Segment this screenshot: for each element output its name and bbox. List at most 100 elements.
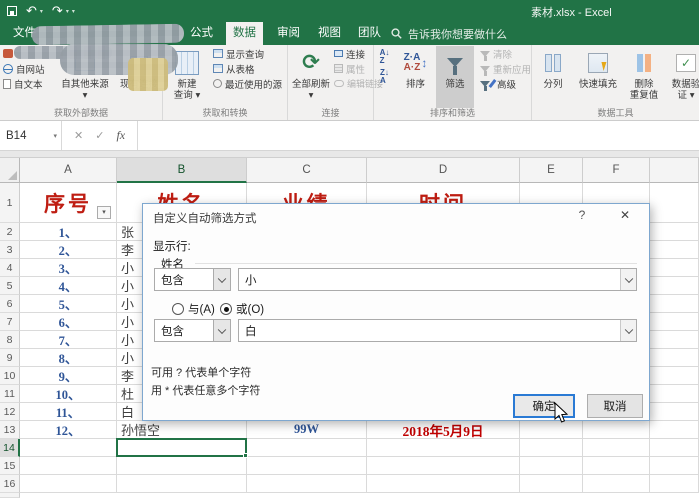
- show-queries-button[interactable]: 显示查询: [211, 46, 284, 61]
- cell-A9[interactable]: 8、: [20, 349, 117, 367]
- sort-za-descending-button[interactable]: Z↓A: [377, 69, 392, 84]
- row-header-15[interactable]: 15: [0, 457, 20, 475]
- advanced-filter-button[interactable]: 高级: [478, 76, 533, 91]
- cell-C16[interactable]: [247, 475, 367, 493]
- tell-me-search[interactable]: 告诉我你想要做什么: [391, 22, 507, 45]
- tab-data[interactable]: 数据: [226, 22, 263, 45]
- cell-C14[interactable]: [247, 439, 367, 457]
- formula-input[interactable]: [138, 121, 699, 150]
- data-validation-button[interactable]: ✓ 数据验 证 ▾: [666, 46, 699, 110]
- cell-F16[interactable]: [583, 475, 650, 493]
- cell-G12[interactable]: [650, 403, 699, 421]
- reapply-filter-button[interactable]: 重新应用: [478, 61, 533, 76]
- column-header-F[interactable]: F: [583, 158, 650, 183]
- cell-A5[interactable]: 4、: [20, 277, 117, 295]
- value-input-1[interactable]: 小: [238, 268, 637, 291]
- name-box[interactable]: B14 ▾: [0, 121, 62, 150]
- operator-combo-1[interactable]: 包含: [154, 268, 231, 291]
- column-header-B[interactable]: B: [117, 158, 247, 183]
- operator-combo-2[interactable]: 包含: [154, 319, 231, 342]
- recent-sources-button[interactable]: 最近使用的源: [211, 76, 284, 91]
- cell-F13[interactable]: [583, 421, 650, 439]
- cell-E16[interactable]: [520, 475, 583, 493]
- cell-G3[interactable]: [650, 241, 699, 259]
- cell-D15[interactable]: [367, 457, 520, 475]
- refresh-all-button[interactable]: ⟳ 全部刷新 ▾: [290, 46, 332, 110]
- cell-B15[interactable]: [117, 457, 247, 475]
- cell-G6[interactable]: [650, 295, 699, 313]
- row-header-7[interactable]: 7: [0, 313, 20, 331]
- cell-G5[interactable]: [650, 277, 699, 295]
- cell-G4[interactable]: [650, 259, 699, 277]
- cell-G10[interactable]: [650, 367, 699, 385]
- text-to-columns-button[interactable]: 分列: [536, 46, 570, 110]
- tab-view[interactable]: 视图: [311, 22, 348, 45]
- row-header-6[interactable]: 6: [0, 295, 20, 313]
- row-header-10[interactable]: 10: [0, 367, 20, 385]
- flash-fill-button[interactable]: 快速填充: [574, 46, 622, 110]
- row-header-12[interactable]: 12: [0, 403, 20, 421]
- enter-entry-icon[interactable]: ✓: [95, 129, 104, 142]
- row-header-11[interactable]: 11: [0, 385, 20, 403]
- cell-B13[interactable]: 孙悟空: [117, 421, 247, 439]
- cell-A13[interactable]: 12、: [20, 421, 117, 439]
- cancel-entry-icon[interactable]: ✕: [74, 129, 83, 142]
- filter-dropdown-button[interactable]: ▾: [97, 206, 111, 219]
- row-header-5[interactable]: 5: [0, 277, 20, 295]
- clear-filter-button[interactable]: 清除: [478, 46, 533, 61]
- dialog-help-button[interactable]: ?: [573, 208, 591, 224]
- cell-A10[interactable]: 9、: [20, 367, 117, 385]
- cell-G13[interactable]: [650, 421, 699, 439]
- from-web-button[interactable]: 自网站: [1, 61, 47, 76]
- row-header-13[interactable]: 13: [0, 421, 20, 439]
- from-table-button[interactable]: 从表格: [211, 61, 284, 76]
- cell-D16[interactable]: [367, 475, 520, 493]
- dialog-close-button[interactable]: ✕: [615, 208, 635, 224]
- cell-G16[interactable]: [650, 475, 699, 493]
- sort-az-ascending-button[interactable]: A↓Z: [377, 49, 392, 64]
- cell-G9[interactable]: [650, 349, 699, 367]
- cell-G2[interactable]: [650, 223, 699, 241]
- filter-button[interactable]: 筛选: [436, 46, 474, 108]
- cell-C15[interactable]: [247, 457, 367, 475]
- cell-B14[interactable]: [117, 439, 247, 457]
- column-header-partial[interactable]: [650, 158, 699, 183]
- column-header-C[interactable]: C: [247, 158, 367, 183]
- radio-and[interactable]: 与(A): [172, 301, 215, 317]
- row-header-14[interactable]: 14: [0, 439, 20, 457]
- undo-dropdown-icon[interactable]: ▾: [40, 8, 43, 15]
- cell-A16[interactable]: [20, 475, 117, 493]
- radio-or[interactable]: 或(O): [220, 301, 264, 317]
- select-all-corner[interactable]: [0, 158, 20, 183]
- value-input-2[interactable]: 白: [238, 319, 637, 342]
- save-icon[interactable]: [7, 6, 17, 16]
- cell-A7[interactable]: 6、: [20, 313, 117, 331]
- remove-duplicates-button[interactable]: 删除 重复值: [624, 46, 664, 110]
- insert-function-icon[interactable]: fx: [116, 128, 125, 143]
- column-header-A[interactable]: A: [20, 158, 117, 183]
- operator-1-dropdown-icon[interactable]: [213, 269, 230, 290]
- cell-G11[interactable]: [650, 385, 699, 403]
- customize-qat-icon[interactable]: ▾: [72, 8, 75, 15]
- row-header-1[interactable]: 1: [0, 183, 20, 223]
- cell-A11[interactable]: 10、: [20, 385, 117, 403]
- cell-G14[interactable]: [650, 439, 699, 457]
- from-text-button[interactable]: 自文本: [1, 76, 47, 91]
- cell-G8[interactable]: [650, 331, 699, 349]
- cell-F14[interactable]: [583, 439, 650, 457]
- row-header-4[interactable]: 4: [0, 259, 20, 277]
- redo-icon[interactable]: ↷: [52, 3, 63, 19]
- undo-icon[interactable]: ↶: [26, 3, 37, 19]
- cell-C13[interactable]: 99W: [247, 421, 367, 439]
- redo-dropdown-icon[interactable]: ▾: [66, 8, 69, 15]
- cell-A14[interactable]: [20, 439, 117, 457]
- cell-A4[interactable]: 3、: [20, 259, 117, 277]
- cell-E14[interactable]: [520, 439, 583, 457]
- tab-review[interactable]: 审阅: [270, 22, 307, 45]
- value-2-dropdown-icon[interactable]: [620, 320, 636, 341]
- row-header-3[interactable]: 3: [0, 241, 20, 259]
- cell-F15[interactable]: [583, 457, 650, 475]
- cell-D14[interactable]: [367, 439, 520, 457]
- name-box-dropdown-icon[interactable]: ▾: [53, 132, 57, 140]
- cell-A6[interactable]: 5、: [20, 295, 117, 313]
